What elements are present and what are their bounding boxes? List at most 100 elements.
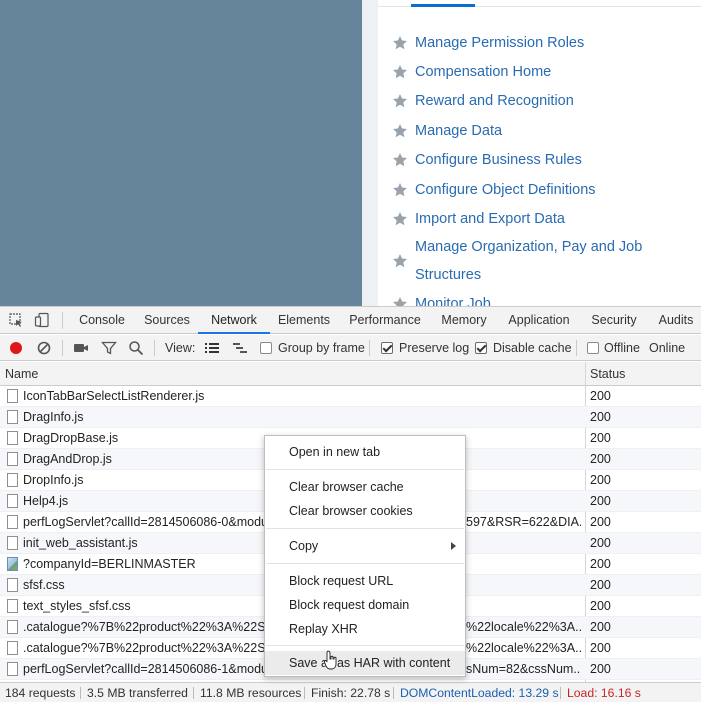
preserve-log-checkbox[interactable]: [381, 342, 393, 354]
preserve-log-label: Preserve log: [399, 341, 470, 355]
filter-icon[interactable]: [101, 340, 117, 356]
camera-icon[interactable]: [73, 340, 89, 356]
admin-link-label[interactable]: Manage Data: [415, 117, 502, 145]
menu-separator: [266, 469, 464, 470]
search-icon[interactable]: [128, 340, 144, 356]
favorite-star-icon[interactable]: [392, 182, 408, 198]
admin-link-label[interactable]: Manage Permission Roles: [415, 29, 584, 57]
menu-item[interactable]: Block request domain: [265, 593, 465, 617]
request-status: 200: [590, 620, 611, 634]
favorite-star-icon[interactable]: [392, 253, 408, 269]
tab-sources[interactable]: Sources: [136, 307, 198, 334]
admin-links-card: Manage Permission Roles Compensation Home…: [378, 0, 701, 306]
tab-application[interactable]: Application: [496, 307, 582, 334]
disable-cache-checkbox[interactable]: [475, 342, 487, 354]
throttling-select[interactable]: Online: [649, 335, 685, 361]
tab-audits[interactable]: Audits: [646, 307, 701, 334]
request-row[interactable]: DragInfo.js 200: [0, 407, 701, 428]
request-name-tail: 597&RSR=622&DIA...: [466, 515, 581, 529]
menu-separator: [266, 528, 464, 529]
file-icon: [7, 473, 18, 487]
file-icon: [7, 662, 18, 676]
group-by-frame-checkbox[interactable]: [260, 342, 272, 354]
admin-link-label[interactable]: Import and Export Data: [415, 205, 565, 233]
request-row[interactable]: IconTabBarSelectListRenderer.js 200: [0, 386, 701, 407]
admin-link[interactable]: Monitor Job: [392, 295, 491, 306]
admin-link[interactable]: Configure Object Definitions: [392, 181, 596, 204]
request-name-tail: sNum=82&cssNum...: [466, 662, 581, 676]
file-icon: [7, 641, 18, 655]
favorite-star-icon[interactable]: [392, 296, 408, 306]
image-file-icon: [7, 557, 18, 571]
network-toolbar: View: Group by frame Preserve log Disabl…: [0, 335, 701, 361]
tab-memory[interactable]: Memory: [432, 307, 496, 334]
waterfall-icon[interactable]: [232, 340, 248, 356]
offline-checkbox[interactable]: [587, 342, 599, 354]
admin-link[interactable]: Manage Data: [392, 122, 502, 145]
app-page: Manage Permission Roles Compensation Home…: [0, 0, 701, 306]
tab-performance[interactable]: Performance: [338, 307, 432, 334]
toolbar-separator: [154, 340, 155, 356]
menu-item[interactable]: Save all as HAR with content: [265, 651, 465, 675]
menu-item-label: Clear browser cookies: [289, 504, 413, 518]
inspect-element-icon[interactable]: [8, 312, 24, 328]
tab-console[interactable]: Console: [66, 307, 138, 334]
admin-link[interactable]: Compensation Home: [392, 63, 551, 86]
favorite-star-icon[interactable]: [392, 64, 408, 80]
requests-table-header: Name Status: [0, 362, 701, 386]
admin-link[interactable]: Reward and Recognition: [392, 92, 574, 115]
device-toolbar-icon[interactable]: [34, 312, 50, 328]
favorite-star-icon[interactable]: [392, 211, 408, 227]
request-status: 200: [590, 494, 611, 508]
favorite-star-icon[interactable]: [392, 93, 408, 109]
request-status: 200: [590, 431, 611, 445]
admin-link[interactable]: Import and Export Data: [392, 210, 565, 233]
menu-item[interactable]: Block request URL: [265, 569, 465, 593]
admin-link-label[interactable]: Monitor Job: [415, 290, 491, 306]
column-header-name[interactable]: Name: [5, 362, 38, 386]
admin-link-label[interactable]: Compensation Home: [415, 58, 551, 86]
large-rows-icon[interactable]: [204, 340, 220, 356]
summary-separator: [393, 687, 394, 699]
admin-link[interactable]: Configure Business Rules: [392, 151, 582, 174]
favorite-star-icon[interactable]: [392, 123, 408, 139]
view-label: View:: [165, 341, 196, 355]
devtools-tabbar: Console Sources Network Elements Performance…: [0, 307, 701, 334]
admin-link-label[interactable]: Manage Organization, Pay and Job Structur…: [415, 233, 642, 289]
admin-link[interactable]: Manage Permission Roles: [392, 34, 584, 57]
request-status: 200: [590, 452, 611, 466]
admin-link[interactable]: Manage Organization, Pay and Job Structur…: [392, 239, 642, 289]
tab-security[interactable]: Security: [582, 307, 646, 334]
admin-link-label-line: Structures: [415, 267, 482, 283]
offline-label: Offline: [604, 341, 640, 355]
toolbar-separator: [576, 340, 577, 356]
panel-gutter: [362, 0, 378, 306]
file-icon: [7, 389, 18, 403]
admin-link-label[interactable]: Configure Object Definitions: [415, 176, 596, 204]
favorite-star-icon[interactable]: [392, 35, 408, 51]
clear-icon[interactable]: [36, 340, 52, 356]
menu-item[interactable]: Clear browser cookies: [265, 499, 465, 523]
file-icon: [7, 452, 18, 466]
disable-cache-label: Disable cache: [493, 341, 572, 355]
menu-item-label: Copy: [289, 539, 319, 553]
admin-link-label[interactable]: Reward and Recognition: [415, 87, 574, 115]
menu-item[interactable]: Copy: [265, 534, 465, 558]
favorite-star-icon[interactable]: [392, 152, 408, 168]
tab-network[interactable]: Network: [198, 307, 270, 334]
column-header-status[interactable]: Status: [590, 362, 625, 386]
admin-link-label[interactable]: Configure Business Rules: [415, 146, 582, 174]
toolbar-separator: [369, 340, 370, 356]
tab-elements[interactable]: Elements: [270, 307, 338, 334]
request-status: 200: [590, 662, 611, 676]
request-status: 200: [590, 515, 611, 529]
menu-separator: [266, 563, 464, 564]
menu-item[interactable]: Replay XHR: [265, 617, 465, 641]
request-status: 200: [590, 557, 611, 571]
transferred-size: 3.5 MB transferred: [87, 686, 188, 700]
record-icon[interactable]: [8, 340, 24, 356]
request-status: 200: [590, 641, 611, 655]
menu-item[interactable]: Clear browser cache: [265, 475, 465, 499]
file-icon: [7, 620, 18, 634]
menu-item[interactable]: Open in new tab: [265, 440, 465, 464]
